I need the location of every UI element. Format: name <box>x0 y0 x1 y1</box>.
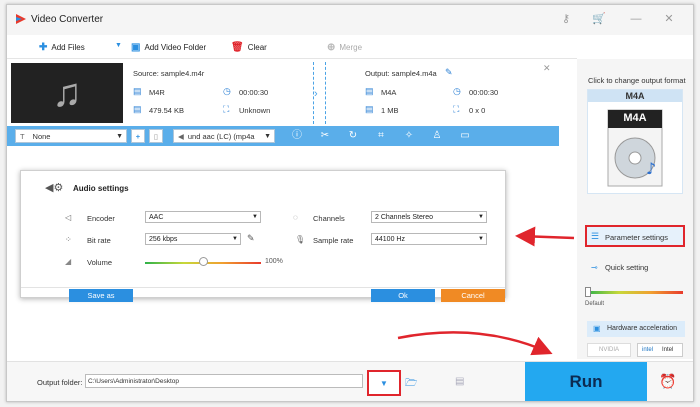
annotation-arrows <box>397 226 575 356</box>
arrow-to-run <box>397 331 553 356</box>
arrow-to-dialog <box>515 226 575 247</box>
